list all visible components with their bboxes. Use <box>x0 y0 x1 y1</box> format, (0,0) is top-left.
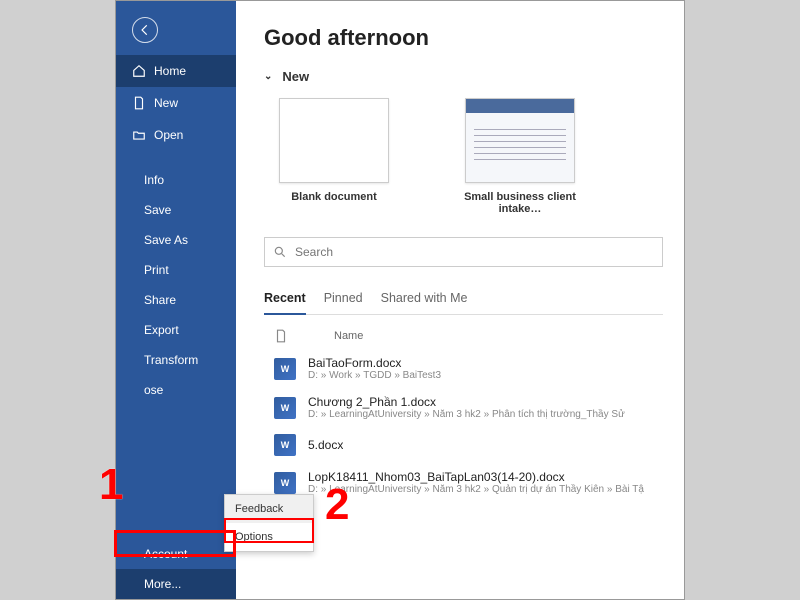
search-icon <box>273 245 287 259</box>
file-path: D: » LearningAtUniversity » Năm 3 hk2 » … <box>308 409 625 420</box>
annotation-number-1: 1 <box>99 460 123 510</box>
greeting-title: Good afternoon <box>264 25 684 51</box>
search-box[interactable] <box>264 237 663 267</box>
folder-open-icon <box>132 128 146 142</box>
more-popup-menu: Feedback Options <box>224 494 314 552</box>
doc-icon <box>274 329 288 343</box>
file-name: 5.docx <box>308 438 343 452</box>
sidebar-sub-more[interactable]: More... <box>116 569 236 599</box>
sidebar-sub-info[interactable]: Info <box>116 165 236 195</box>
template-label: Blank document <box>291 191 377 203</box>
file-path: D: » Work » TGDD » BaiTest3 <box>308 370 441 381</box>
section-label: New <box>282 69 309 84</box>
sidebar-item-home[interactable]: Home <box>116 55 236 87</box>
sidebar-label: Open <box>154 128 183 142</box>
recent-tabs: Recent Pinned Shared with Me <box>264 285 663 315</box>
new-section-header[interactable]: ⌄ New <box>264 69 684 84</box>
column-name: Name <box>334 330 363 342</box>
sidebar-label: New <box>154 96 178 110</box>
template-blank[interactable]: Blank document <box>264 98 404 215</box>
template-intake[interactable]: Small business client intake… <box>450 98 590 215</box>
file-row[interactable]: BaiTaoForm.docx D: » Work » TGDD » BaiTe… <box>264 349 663 388</box>
tab-shared[interactable]: Shared with Me <box>381 285 468 314</box>
word-doc-icon <box>274 472 296 494</box>
sidebar-sub-transform[interactable]: Transform <box>116 345 236 375</box>
sidebar-item-open[interactable]: Open <box>116 119 236 151</box>
tab-recent[interactable]: Recent <box>264 285 306 315</box>
arrow-left-icon <box>138 23 152 37</box>
new-doc-icon <box>132 96 146 110</box>
sidebar-sub-account[interactable]: Account <box>116 539 236 569</box>
word-doc-icon <box>274 358 296 380</box>
template-thumb-icon <box>465 98 575 183</box>
sidebar-sub-share[interactable]: Share <box>116 285 236 315</box>
template-row: Blank document Small business client int… <box>264 98 684 215</box>
sidebar-label: Home <box>154 64 186 78</box>
sidebar-sub-save-as[interactable]: Save As <box>116 225 236 255</box>
file-path: D: » LearningAtUniversity » Năm 3 hk2 » … <box>308 484 644 495</box>
sidebar-sub-close[interactable]: ose <box>116 375 236 405</box>
file-row[interactable]: LopK18411_Nhom03_BaiTapLan03(14-20).docx… <box>264 463 663 502</box>
tab-pinned[interactable]: Pinned <box>324 285 363 314</box>
file-name: LopK18411_Nhom03_BaiTapLan03(14-20).docx <box>308 470 644 484</box>
home-icon <box>132 64 146 78</box>
file-row[interactable]: Chương 2_Phần 1.docx D: » LearningAtUniv… <box>264 388 663 427</box>
word-doc-icon <box>274 434 296 456</box>
sidebar-sub-export[interactable]: Export <box>116 315 236 345</box>
template-label: Small business client intake… <box>450 191 590 215</box>
sidebar-item-new[interactable]: New <box>116 87 236 119</box>
search-input[interactable] <box>295 245 654 259</box>
sidebar-sub-save[interactable]: Save <box>116 195 236 225</box>
annotation-number-2: 2 <box>325 480 349 530</box>
file-name: Chương 2_Phần 1.docx <box>308 395 625 409</box>
popup-options[interactable]: Options <box>225 523 313 551</box>
word-backstage-window: Home New Open Info Save Save As Print Sh… <box>115 0 685 600</box>
file-row[interactable]: 5.docx <box>264 427 663 463</box>
backstage-sidebar: Home New Open Info Save Save As Print Sh… <box>116 1 236 599</box>
file-name: BaiTaoForm.docx <box>308 356 441 370</box>
word-doc-icon <box>274 397 296 419</box>
popup-feedback[interactable]: Feedback <box>225 495 313 523</box>
template-thumb-icon <box>279 98 389 183</box>
back-button[interactable] <box>132 17 158 43</box>
sidebar-sub-print[interactable]: Print <box>116 255 236 285</box>
list-header: Name <box>264 323 663 349</box>
chevron-down-icon: ⌄ <box>264 71 272 82</box>
